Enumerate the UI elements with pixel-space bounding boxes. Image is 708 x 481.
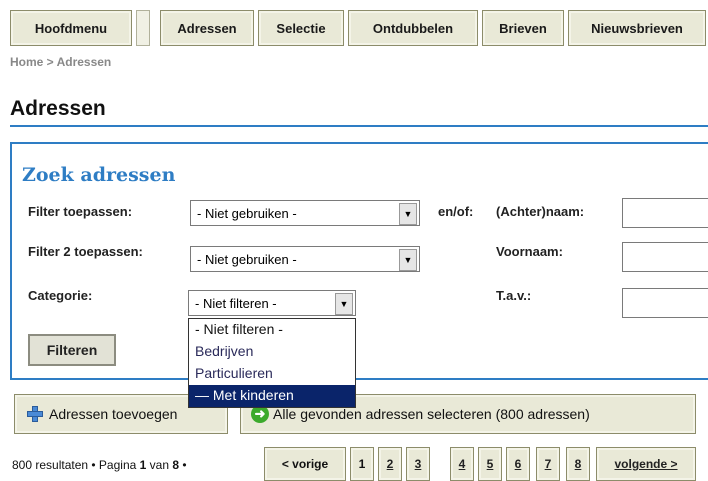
- andor-label: en/of:: [438, 204, 474, 219]
- page-button-3[interactable]: 3: [406, 447, 430, 481]
- search-panel-title: Zoek adressen: [22, 164, 176, 186]
- nav-selectie[interactable]: Selectie: [258, 10, 344, 46]
- filter1-label: Filter toepassen:: [28, 204, 133, 219]
- nav-ontdubbelen[interactable]: Ontdubbelen: [348, 10, 478, 46]
- lastname-label: (Achter)naam:: [496, 204, 585, 219]
- nav-hoofdmenu[interactable]: Hoofdmenu: [10, 10, 132, 46]
- lastname-input[interactable]: [622, 198, 708, 228]
- chevron-down-icon[interactable]: ▼: [335, 293, 353, 315]
- firstname-label: Voornaam:: [496, 244, 563, 259]
- of-text: van: [146, 458, 173, 472]
- select-all-label: Alle gevonden adressen selecteren (800 a…: [273, 406, 590, 422]
- add-addresses-label: Adressen toevoegen: [49, 406, 178, 422]
- filter1-select[interactable]: - Niet gebruiken - ▼: [190, 200, 420, 226]
- page-button-5[interactable]: 5: [478, 447, 502, 481]
- category-value: - Niet filteren -: [195, 295, 277, 311]
- category-option[interactable]: - Niet filteren -: [189, 319, 355, 341]
- category-option-highlighted[interactable]: — Met kinderen: [189, 385, 355, 407]
- pager-summary: 800 resultaten • Pagina 1 van 8 •: [12, 458, 187, 472]
- filter2-select[interactable]: - Niet gebruiken - ▼: [190, 246, 420, 272]
- page-button-4[interactable]: 4: [450, 447, 474, 481]
- page-button-1[interactable]: 1: [350, 447, 374, 481]
- page-button-7[interactable]: 7: [536, 447, 560, 481]
- title-divider: [10, 125, 708, 127]
- page-button-6[interactable]: 6: [506, 447, 530, 481]
- nav-adressen[interactable]: Adressen: [160, 10, 254, 46]
- nav-brieven[interactable]: Brieven: [482, 10, 564, 46]
- next-button[interactable]: volgende >: [596, 447, 696, 481]
- tav-input[interactable]: [622, 288, 708, 318]
- tav-label: T.a.v.:: [496, 288, 532, 303]
- page-button-8[interactable]: 8: [566, 447, 590, 481]
- filter-button[interactable]: Filteren: [28, 334, 116, 366]
- category-option[interactable]: Bedrijven: [189, 341, 355, 363]
- category-dropdown-list: - Niet filteren - Bedrijven Particuliere…: [188, 318, 356, 408]
- breadcrumb[interactable]: Home > Adressen: [10, 55, 111, 69]
- nav-nieuwsbrieven[interactable]: Nieuwsbrieven: [568, 10, 706, 46]
- prev-button[interactable]: < vorige: [264, 447, 346, 481]
- filter2-label: Filter 2 toepassen:: [28, 244, 143, 259]
- category-label: Categorie:: [28, 288, 93, 303]
- page-title: Adressen: [10, 97, 106, 120]
- filter1-value: - Niet gebruiken -: [197, 205, 297, 221]
- page-button-2[interactable]: 2: [378, 447, 402, 481]
- chevron-down-icon[interactable]: ▼: [399, 203, 417, 225]
- results-text: 800 resultaten • Pagina: [12, 458, 140, 472]
- tail-text: •: [179, 458, 187, 472]
- firstname-input[interactable]: [622, 242, 708, 272]
- nav-separator: [136, 10, 150, 46]
- filter2-value: - Niet gebruiken -: [197, 251, 297, 267]
- chevron-down-icon[interactable]: ▼: [399, 249, 417, 271]
- plus-icon: [27, 406, 43, 422]
- category-option[interactable]: Particulieren: [189, 363, 355, 385]
- category-select[interactable]: - Niet filteren - ▼: [188, 290, 356, 316]
- total-pages: 8: [172, 458, 180, 472]
